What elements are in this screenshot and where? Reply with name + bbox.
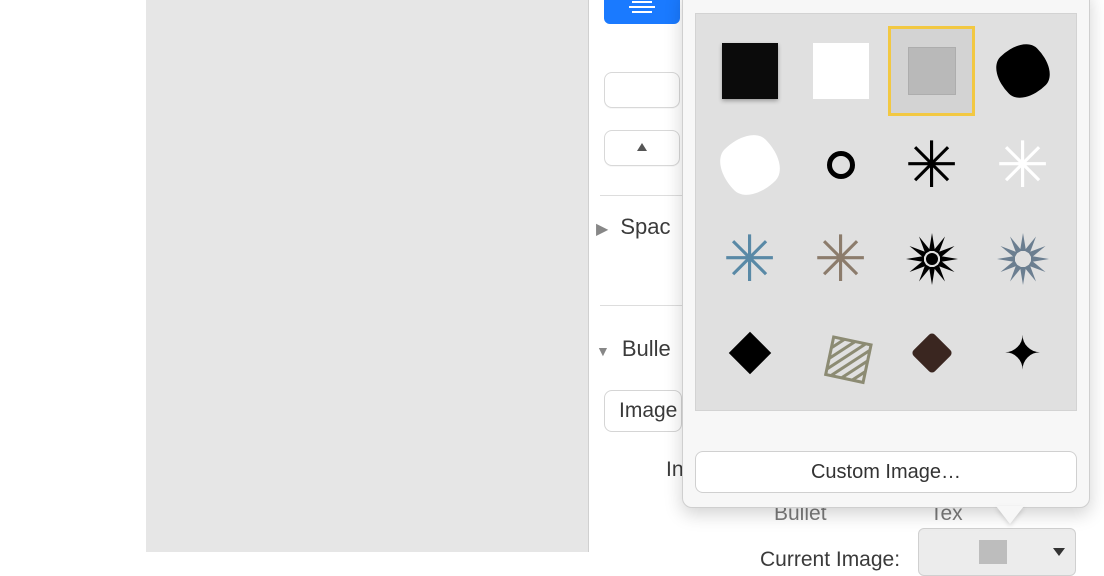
- black-starburst-icon: ✳: [905, 133, 959, 197]
- bullet-option-black-quatrefoil[interactable]: [979, 26, 1066, 116]
- bullet-option-black-rays[interactable]: [888, 214, 975, 304]
- separator: [600, 305, 686, 306]
- text-shift-button[interactable]: [604, 130, 680, 166]
- blue-starburst-icon: ✳: [723, 227, 777, 291]
- bullet-option-blue-rays[interactable]: [979, 214, 1066, 304]
- bullet-grid: ✳ ✳ ✳ ✳ ▨ ✦: [696, 14, 1076, 411]
- custom-image-button[interactable]: Custom Image…: [695, 451, 1077, 493]
- separator: [600, 195, 684, 196]
- bullet-type-label: Image: [619, 399, 677, 423]
- alignment-center-button[interactable]: [604, 0, 680, 24]
- bullet-option-blue-starburst[interactable]: ✳: [706, 214, 793, 304]
- scribble-diamond-icon: ▨: [818, 319, 863, 387]
- black-square-icon: [722, 43, 778, 99]
- document-margin: [146, 0, 588, 552]
- bullet-option-brown-diamond[interactable]: [888, 308, 975, 398]
- bullet-option-black-square[interactable]: [706, 26, 793, 116]
- white-square-icon: [813, 43, 869, 99]
- document-canvas: [0, 0, 588, 552]
- bullet-option-circle-outline[interactable]: [797, 120, 884, 210]
- bullet-grid-scroll[interactable]: ✳ ✳ ✳ ✳ ▨ ✦: [695, 13, 1077, 411]
- current-image-swatch: [979, 540, 1007, 564]
- black-rays-icon: [904, 231, 960, 287]
- chevron-down-icon: [1053, 548, 1065, 556]
- black-quatrefoil-icon: [986, 34, 1060, 108]
- arrow-up-icon: [637, 143, 647, 153]
- bullet-option-white-starburst[interactable]: ✳: [979, 120, 1066, 210]
- bullet-option-brown-starburst[interactable]: ✳: [797, 214, 884, 304]
- sparkle-icon: ✦: [1003, 326, 1042, 380]
- bullet-option-white-square[interactable]: [797, 26, 884, 116]
- bullet-option-black-diamond[interactable]: [706, 308, 793, 398]
- bullet-option-scribble-diamond[interactable]: ▨: [797, 308, 884, 398]
- black-diamond-icon: [728, 332, 770, 374]
- bullet-type-popup[interactable]: Image: [604, 390, 682, 432]
- bullet-option-white-quatrefoil[interactable]: [706, 120, 793, 210]
- current-image-well[interactable]: [918, 528, 1076, 576]
- circle-outline-icon: [827, 151, 855, 179]
- white-starburst-icon: ✳: [996, 133, 1050, 197]
- color-well-button[interactable]: [604, 72, 680, 108]
- indent-label: In: [666, 458, 684, 482]
- bullet-option-more[interactable]: [797, 402, 884, 411]
- custom-image-label: Custom Image…: [811, 461, 961, 484]
- align-center-icon: [629, 1, 655, 13]
- chevron-right-icon: [596, 214, 608, 240]
- bullet-option-sparkle[interactable]: ✦: [979, 308, 1066, 398]
- bullet-image-popover: ✳ ✳ ✳ ✳ ▨ ✦ Custom Image…: [682, 0, 1090, 508]
- bullet-option-black-starburst[interactable]: ✳: [888, 120, 975, 210]
- gray-square-icon: [908, 47, 956, 95]
- brown-diamond-icon: [910, 332, 952, 374]
- bullets-label: Bulle: [622, 336, 671, 362]
- spacing-label: Spac: [620, 214, 670, 240]
- spacing-disclosure[interactable]: Spac: [596, 214, 670, 240]
- bullets-disclosure[interactable]: Bulle: [596, 336, 671, 362]
- popover-tail: [996, 506, 1024, 524]
- bullet-option-gray-square[interactable]: [888, 26, 975, 116]
- white-quatrefoil-icon: [708, 124, 790, 206]
- brown-starburst-icon: ✳: [814, 227, 868, 291]
- chevron-down-icon: [596, 336, 610, 362]
- blue-rays-icon: [995, 231, 1051, 287]
